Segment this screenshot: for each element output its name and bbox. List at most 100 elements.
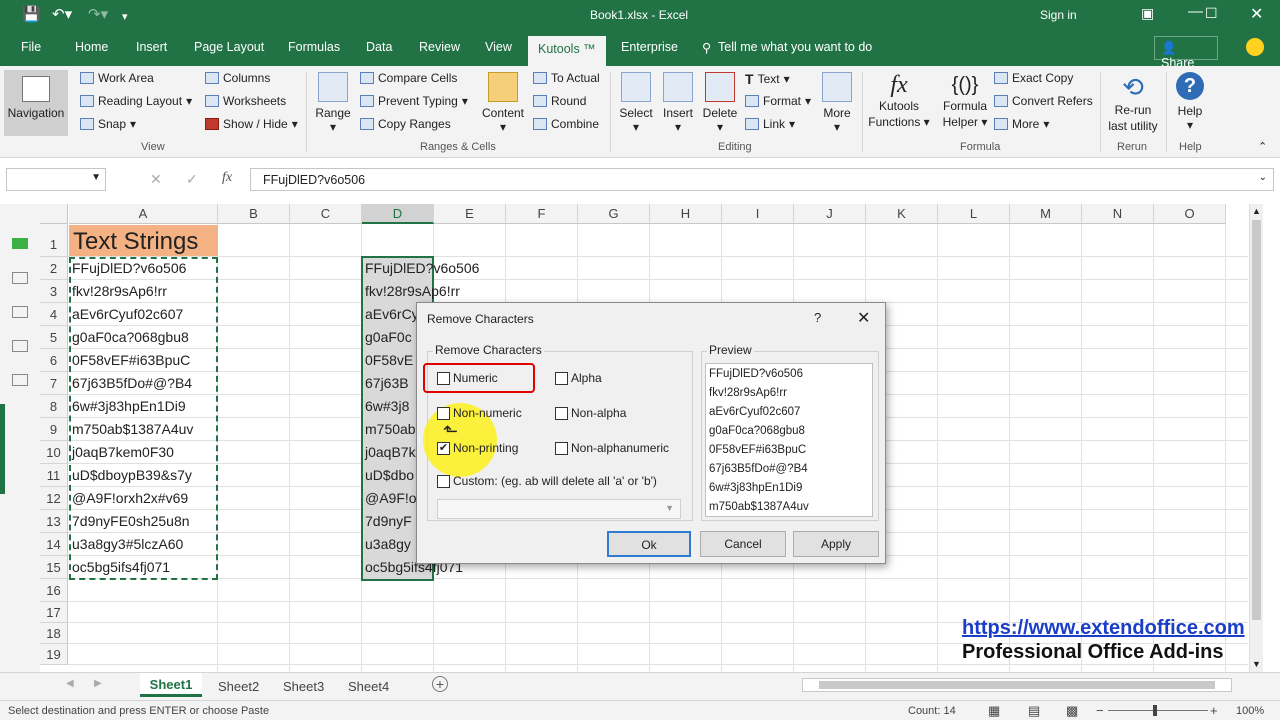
find-replace-pane-icon[interactable] <box>12 374 28 386</box>
non-numeric-checkbox[interactable] <box>437 407 450 420</box>
tab-home[interactable]: Home <box>75 40 108 54</box>
show-hide-button[interactable]: Show / Hide ▾ <box>205 117 298 131</box>
dialog-close-icon[interactable]: ✕ <box>857 308 870 328</box>
row-header-16[interactable]: 16 <box>40 579 68 602</box>
cell-a1[interactable]: Text Strings <box>73 228 198 256</box>
save-icon[interactable]: 💾 <box>22 6 41 24</box>
column-header-n[interactable]: N <box>1082 204 1154 224</box>
undo-icon[interactable]: ↶▾ <box>52 6 72 24</box>
row-header-15[interactable]: 15 <box>40 556 68 579</box>
navigation-pane-icon[interactable] <box>12 238 28 249</box>
sign-in-link[interactable]: Sign in <box>1040 8 1077 22</box>
range-button[interactable]: Range ▾ <box>314 72 352 134</box>
collapse-ribbon-icon[interactable]: ⌃ <box>1258 140 1267 153</box>
tab-review[interactable]: Review <box>419 40 460 54</box>
autotext-pane-icon[interactable] <box>12 306 28 318</box>
custom-dropdown-icon[interactable]: ▼ <box>665 503 674 513</box>
tab-insert[interactable]: Insert <box>136 40 167 54</box>
numeric-checkbox[interactable] <box>437 372 450 385</box>
page-layout-view-icon[interactable]: ▤ <box>1028 703 1040 719</box>
scroll-up-icon[interactable]: ▲ <box>1252 206 1261 216</box>
tab-file[interactable]: File <box>21 40 41 54</box>
h-scroll-thumb[interactable] <box>819 681 1215 689</box>
row-header-17[interactable]: 17 <box>40 602 68 623</box>
column-header-g[interactable]: G <box>578 204 650 224</box>
column-header-b[interactable]: B <box>218 204 290 224</box>
delete-button[interactable]: Delete ▾ <box>700 72 740 134</box>
horizontal-scrollbar[interactable] <box>802 678 1232 692</box>
tell-me-search[interactable]: Tell me what you want to do <box>718 40 872 54</box>
content-button[interactable]: Content ▾ <box>480 72 526 134</box>
format-button[interactable]: Format ▾ <box>745 94 811 108</box>
row-header-7[interactable]: 7 <box>40 372 68 395</box>
work-area-button[interactable]: Work Area <box>80 71 154 85</box>
tab-data[interactable]: Data <box>366 40 392 54</box>
alpha-checkbox[interactable] <box>555 372 568 385</box>
redo-icon[interactable]: ↷▾ <box>88 6 108 24</box>
customize-qat-icon[interactable]: ▾ <box>122 8 128 26</box>
sheet-tab-3[interactable]: Sheet3 <box>283 679 324 694</box>
zoom-out-icon[interactable]: − <box>1096 703 1104 718</box>
vertical-scrollbar[interactable]: ▲ ▼ <box>1249 204 1263 672</box>
combine-button[interactable]: Combine <box>533 117 599 131</box>
non-printing-checkbox[interactable]: ✔ <box>437 442 450 455</box>
row-header-5[interactable]: 5 <box>40 326 68 349</box>
scroll-down-icon[interactable]: ▼ <box>1252 659 1261 669</box>
close-icon[interactable]: ✕ <box>1250 4 1263 24</box>
row-header-9[interactable]: 9 <box>40 418 68 441</box>
scroll-thumb[interactable] <box>1252 220 1261 620</box>
sheet-tab-1[interactable]: Sheet1 <box>140 673 202 697</box>
to-actual-button[interactable]: To Actual <box>533 71 600 85</box>
column-header-e[interactable]: E <box>434 204 506 224</box>
ok-button[interactable]: Ok <box>607 531 691 557</box>
column-header-d[interactable]: D <box>362 204 434 224</box>
navigation-button[interactable]: Navigation <box>4 70 68 136</box>
tab-kutools[interactable]: Kutools ™ <box>528 36 606 66</box>
exact-copy-button[interactable]: Exact Copy <box>994 71 1073 85</box>
column-header-i[interactable]: I <box>722 204 794 224</box>
sheet-tab-4[interactable]: Sheet4 <box>348 679 389 694</box>
dialog-help-button[interactable]: ? <box>814 310 821 325</box>
zoom-in-icon[interactable]: + <box>1210 703 1218 718</box>
help-button[interactable]: ? Help ▾ <box>1172 72 1208 132</box>
row-header-12[interactable]: 12 <box>40 487 68 510</box>
name-box-dropdown-icon[interactable]: ▼ <box>91 172 101 183</box>
tab-formulas[interactable]: Formulas <box>288 40 340 54</box>
workbook-pane-icon[interactable] <box>12 272 28 284</box>
zoom-level[interactable]: 100% <box>1236 705 1264 717</box>
smiley-icon[interactable] <box>1246 38 1264 56</box>
row-header-1[interactable]: 1 <box>40 224 68 257</box>
convert-refers-button[interactable]: Convert Refers <box>994 94 1093 108</box>
select-button[interactable]: Select ▾ <box>617 72 655 134</box>
text-button[interactable]: T Text ▾ <box>745 71 790 87</box>
column-list-pane-icon[interactable] <box>12 340 28 352</box>
row-header-3[interactable]: 3 <box>40 280 68 303</box>
zoom-slider[interactable] <box>1108 710 1208 711</box>
row-header-10[interactable]: 10 <box>40 441 68 464</box>
row-header-8[interactable]: 8 <box>40 395 68 418</box>
share-button[interactable]: 👤 Share <box>1154 36 1218 70</box>
kutools-functions-button[interactable]: fx Kutools Functions ▾ <box>866 72 932 130</box>
sheet-tab-2[interactable]: Sheet2 <box>218 679 259 694</box>
row-header-6[interactable]: 6 <box>40 349 68 372</box>
add-sheet-icon[interactable]: + <box>432 676 448 692</box>
custom-input[interactable]: ▼ <box>437 499 681 519</box>
tab-enterprise[interactable]: Enterprise <box>621 40 678 54</box>
reading-layout-button[interactable]: Reading Layout ▾ <box>80 94 192 108</box>
column-header-c[interactable]: C <box>290 204 362 224</box>
column-header-m[interactable]: M <box>1010 204 1082 224</box>
prev-sheet-icon[interactable]: ◀ <box>66 678 74 689</box>
custom-checkbox[interactable] <box>437 475 450 488</box>
apply-button[interactable]: Apply <box>793 531 879 557</box>
watermark-url[interactable]: https://www.extendoffice.com <box>962 617 1245 640</box>
normal-view-icon[interactable]: ▦ <box>988 703 1000 719</box>
insert-button[interactable]: Insert ▾ <box>659 72 697 134</box>
name-box[interactable]: ▼ <box>6 168 106 191</box>
formula-more-button[interactable]: More ▾ <box>994 117 1049 131</box>
cell-d3[interactable]: fkv!28r9sAp6!rr <box>362 283 562 299</box>
row-header-14[interactable]: 14 <box>40 533 68 556</box>
compare-cells-button[interactable]: Compare Cells <box>360 71 457 85</box>
row-header-11[interactable]: 11 <box>40 464 68 487</box>
insert-function-icon[interactable]: fx <box>222 170 232 186</box>
worksheets-button[interactable]: Worksheets <box>205 94 286 108</box>
